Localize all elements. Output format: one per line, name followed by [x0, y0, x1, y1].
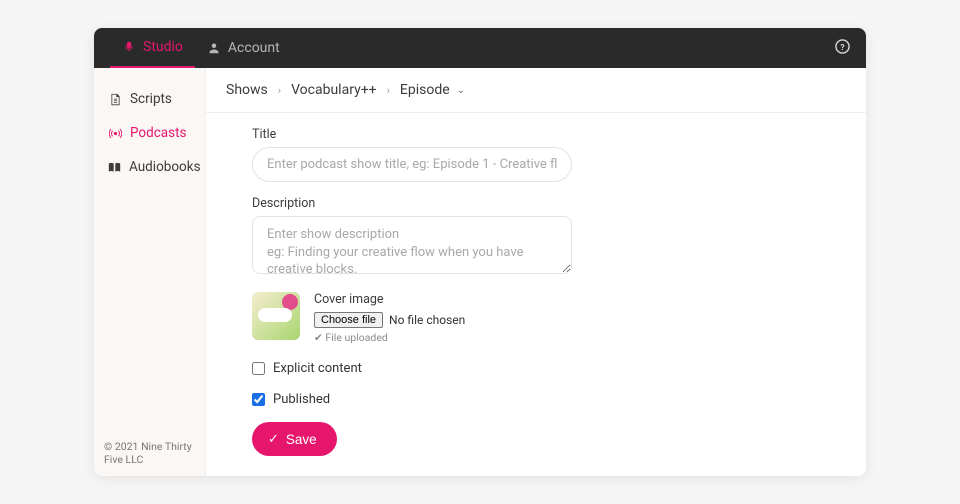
breadcrumb-item[interactable]: Vocabulary++ [291, 82, 377, 98]
broadcast-icon [108, 126, 122, 140]
choose-file-button[interactable]: Choose file [314, 312, 383, 328]
cover-label: Cover image [314, 292, 465, 307]
title-field: Title [252, 127, 820, 182]
top-nav: Studio Account ? [94, 28, 866, 68]
app-window: Studio Account ? Scripts Podcast [94, 28, 866, 476]
tab-label: Account [228, 40, 280, 56]
explicit-checkbox[interactable] [252, 360, 265, 377]
description-input[interactable] [252, 216, 572, 274]
tab-account[interactable]: Account [195, 28, 292, 68]
microphone-icon [122, 40, 136, 54]
cover-thumbnail [252, 292, 300, 340]
tab-label: Studio [143, 39, 183, 55]
description-field: Description [252, 196, 820, 278]
description-label: Description [252, 196, 820, 211]
book-icon [108, 160, 121, 174]
breadcrumb-item[interactable]: Shows [226, 82, 268, 98]
document-icon [108, 92, 122, 106]
user-icon [207, 41, 221, 55]
check-icon: ✓ [268, 431, 279, 447]
chevron-right-icon: › [387, 84, 390, 97]
save-button[interactable]: ✓ Save [252, 422, 337, 456]
chevron-right-icon: › [278, 84, 281, 97]
title-label: Title [252, 127, 820, 142]
published-field[interactable]: Published [252, 391, 820, 408]
breadcrumb: Shows › Vocabulary++ › Episode ⌄ [206, 68, 866, 113]
sidebar-item-label: Podcasts [130, 125, 187, 141]
sidebar-item-scripts[interactable]: Scripts [94, 82, 205, 116]
explicit-label: Explicit content [273, 361, 362, 376]
chevron-down-icon[interactable]: ⌄ [457, 85, 465, 96]
sidebar-item-podcasts[interactable]: Podcasts [94, 116, 205, 150]
file-uploaded-status: ✔ File uploaded [314, 331, 465, 344]
sidebar: Scripts Podcasts Audiobooks © 2021 Nine … [94, 68, 206, 476]
breadcrumb-item[interactable]: Episode [400, 82, 450, 98]
body: Scripts Podcasts Audiobooks © 2021 Nine … [94, 68, 866, 476]
copyright-footer: © 2021 Nine Thirty Five LLC [94, 430, 205, 476]
title-input[interactable] [252, 147, 572, 182]
sidebar-item-label: Scripts [130, 91, 172, 107]
help-icon[interactable]: ? [835, 39, 850, 58]
cover-image-field: Cover image Choose file No file chosen ✔… [252, 292, 820, 344]
sidebar-item-audiobooks[interactable]: Audiobooks [94, 150, 205, 184]
episode-form: Title Description Cover image Choose fil… [206, 113, 866, 476]
no-file-text: No file chosen [389, 313, 465, 327]
published-label: Published [273, 392, 330, 407]
published-checkbox[interactable] [252, 391, 265, 408]
tab-studio[interactable]: Studio [110, 28, 195, 68]
sidebar-item-label: Audiobooks [129, 159, 201, 175]
explicit-field[interactable]: Explicit content [252, 360, 820, 377]
svg-text:?: ? [840, 42, 844, 52]
save-label: Save [286, 432, 317, 447]
main-content: Shows › Vocabulary++ › Episode ⌄ Title D… [206, 68, 866, 476]
